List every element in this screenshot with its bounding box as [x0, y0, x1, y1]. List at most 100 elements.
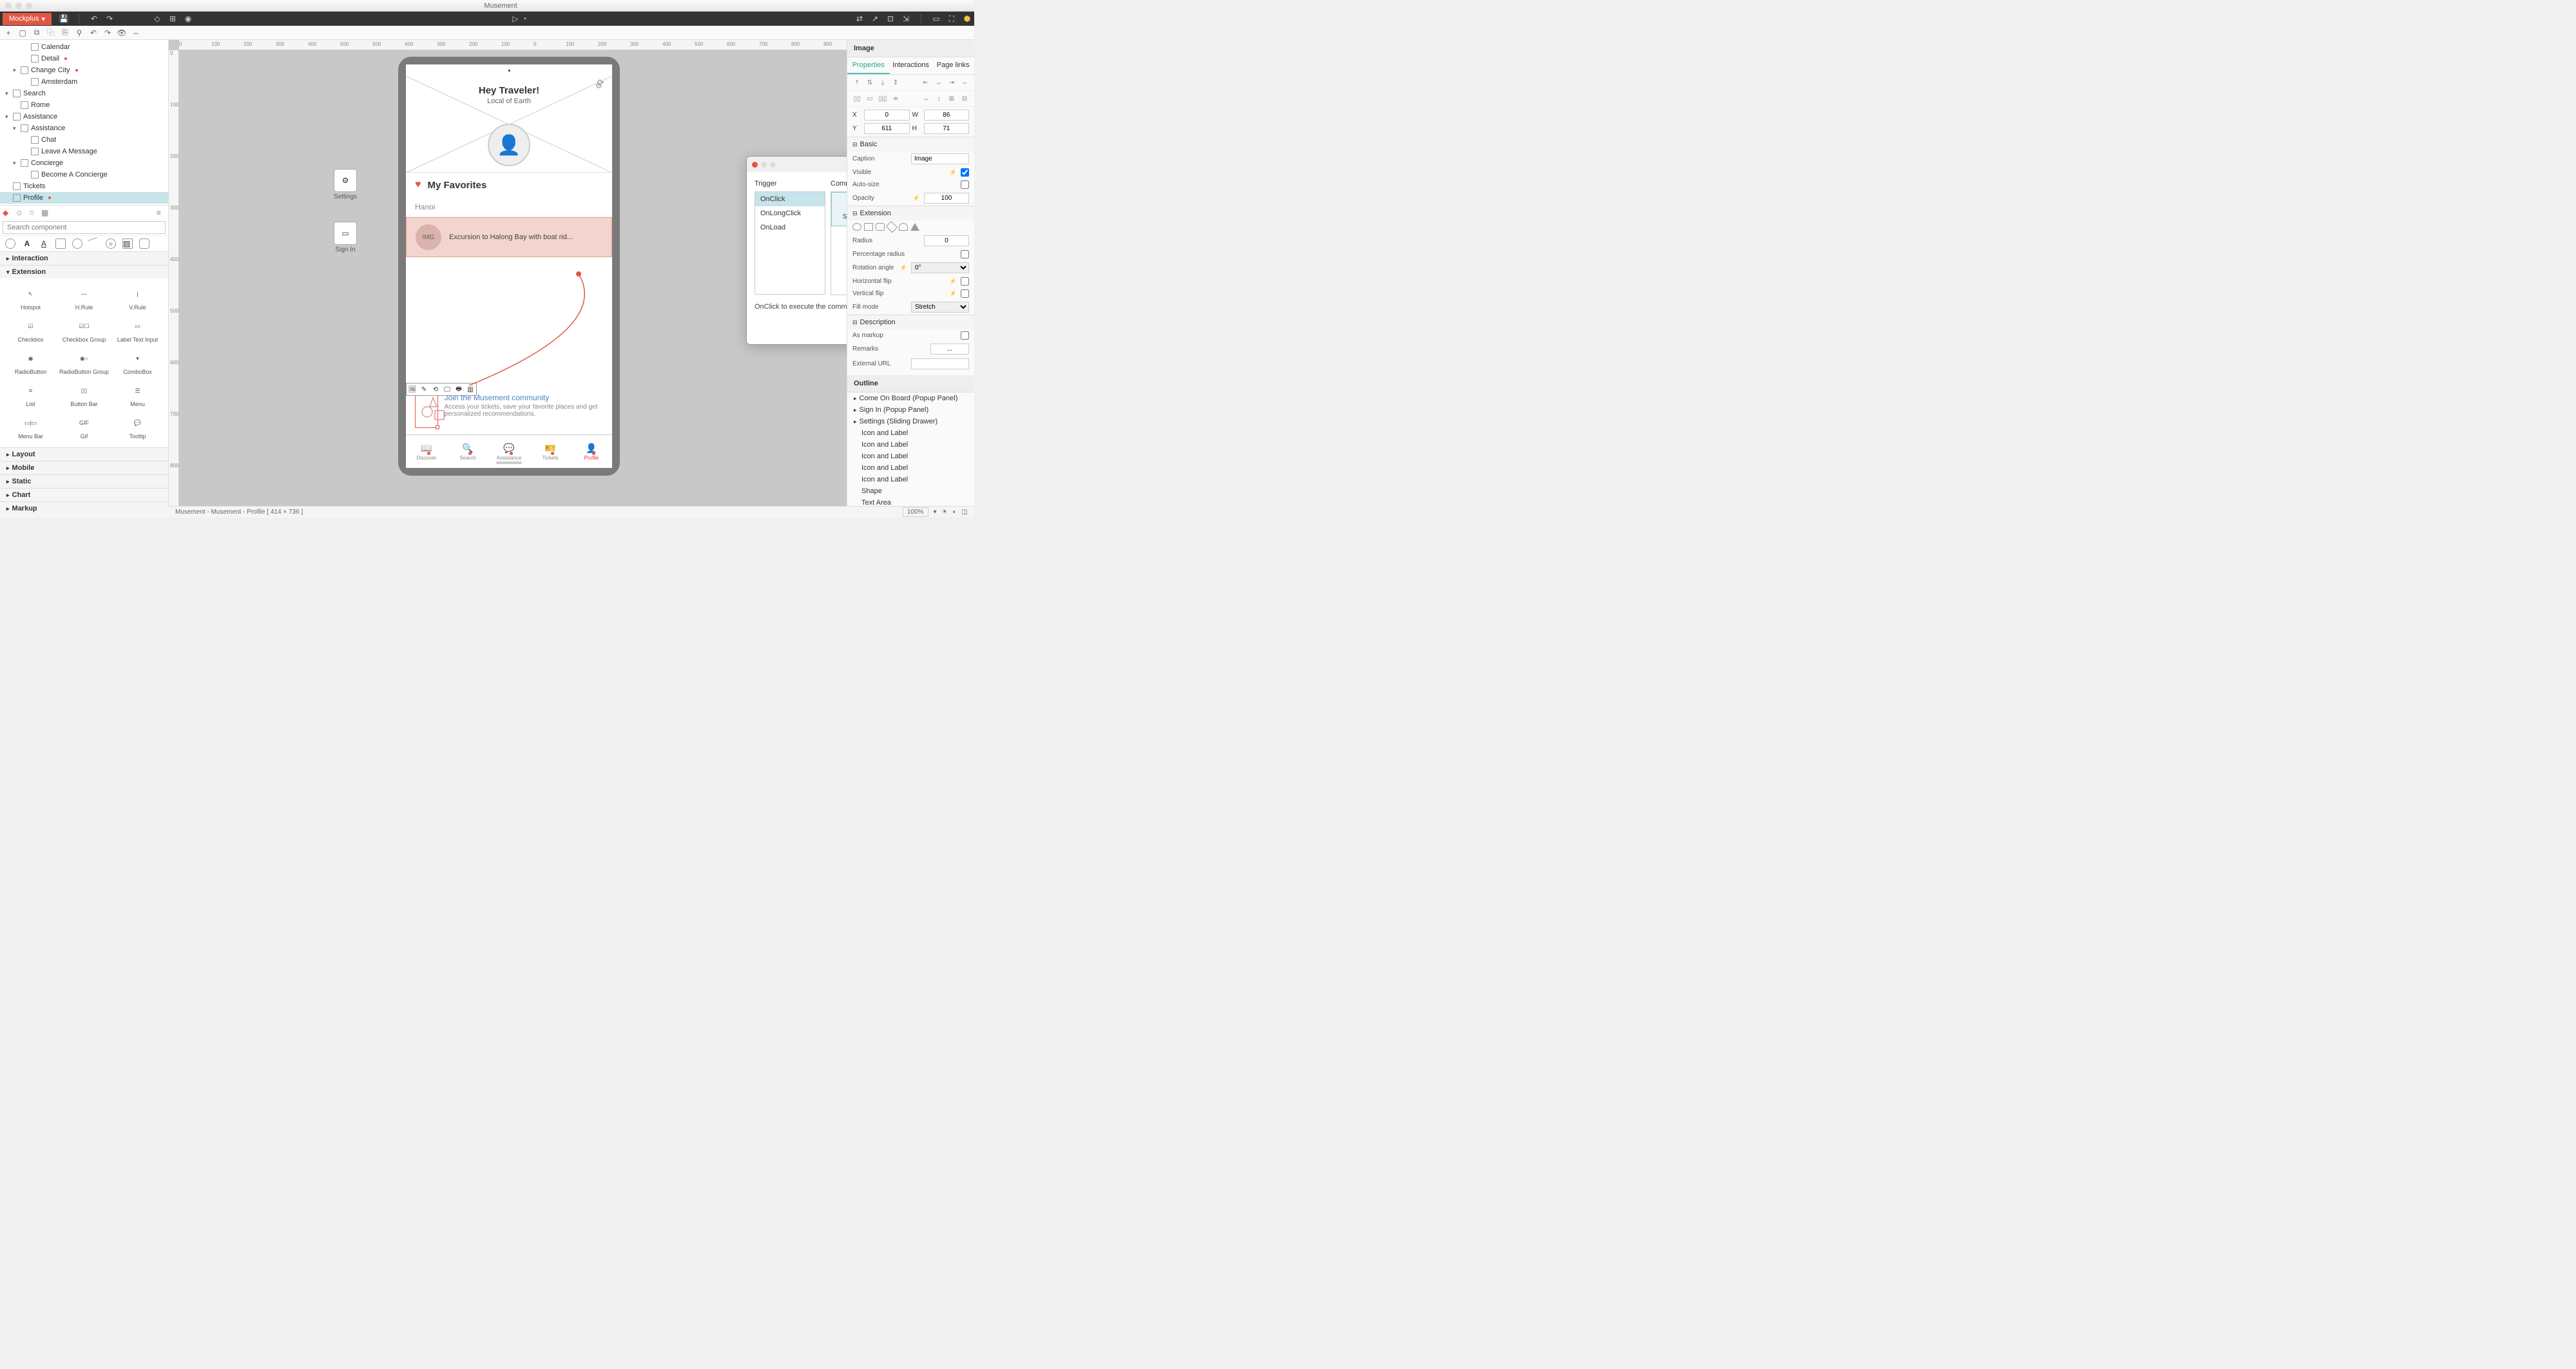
- layers-icon[interactable]: ◫: [962, 509, 968, 516]
- pctradius-checkbox[interactable]: [961, 250, 969, 258]
- component-item[interactable]: ↖Hotspot: [4, 282, 57, 315]
- copy-icon[interactable]: ⿻: [46, 28, 55, 37]
- magnet-icon[interactable]: ◇: [153, 14, 162, 23]
- accordion-layout[interactable]: Layout: [0, 447, 168, 461]
- trigger-item[interactable]: OnLoad: [755, 220, 825, 235]
- zoom-level[interactable]: 100%: [903, 507, 928, 517]
- cat-input-icon[interactable]: [139, 238, 149, 249]
- outline-item[interactable]: Icon and Label: [847, 439, 974, 451]
- clone-icon[interactable]: ⧉: [32, 28, 41, 37]
- outline-item[interactable]: ▸Settings (Sliding Drawer): [847, 416, 974, 427]
- fullscreen-icon[interactable]: ⛶: [947, 14, 956, 23]
- section-extension[interactable]: Extension: [847, 206, 974, 220]
- tree-item[interactable]: Tickets: [0, 180, 168, 192]
- community-image-selected[interactable]: [415, 393, 438, 428]
- canvas[interactable]: 0100200300400500500400300200100010020030…: [169, 40, 847, 506]
- component-item[interactable]: ▭|▭Menu Bar: [4, 411, 57, 443]
- team-icon[interactable]: ⬢: [963, 14, 972, 23]
- close-dot[interactable]: [5, 3, 12, 9]
- shape-picker[interactable]: [847, 220, 974, 233]
- section-description[interactable]: Description: [847, 315, 974, 329]
- component-item[interactable]: ☑Checkbox: [4, 315, 57, 347]
- autosize-checkbox[interactable]: [961, 180, 969, 189]
- save-icon[interactable]: 💾: [59, 14, 68, 23]
- component-item[interactable]: |V.Rule: [111, 282, 164, 315]
- radius-input[interactable]: [924, 235, 969, 246]
- opacity-input[interactable]: [924, 193, 969, 204]
- paste-icon[interactable]: ⎘: [61, 28, 70, 37]
- add-page-icon[interactable]: +: [4, 28, 13, 37]
- tab-item-search[interactable]: 🔍Search: [447, 435, 488, 468]
- command-item[interactable]: TSet Text: [831, 260, 847, 295]
- dialog-min-icon[interactable]: [761, 162, 767, 168]
- outline-item[interactable]: Text Area: [847, 497, 974, 506]
- component-item[interactable]: GIFGif: [57, 411, 111, 443]
- accordion-chart[interactable]: Chart: [0, 488, 168, 501]
- asmarkup-checkbox[interactable]: [961, 331, 969, 340]
- grid-icon[interactable]: ⊞: [168, 14, 177, 23]
- dist-v-icon[interactable]: ▭: [865, 95, 874, 102]
- dist-h-icon[interactable]: ▯▯: [852, 95, 861, 102]
- component-template-icon[interactable]: ▦: [41, 208, 50, 217]
- caption-input[interactable]: [911, 153, 969, 164]
- visible-checkbox[interactable]: [961, 168, 969, 177]
- fillmode-select[interactable]: Stretch: [911, 302, 969, 313]
- align-hcenter-icon[interactable]: ↔: [934, 79, 943, 86]
- brightness-icon[interactable]: ☀: [942, 509, 948, 516]
- link-icon[interactable]: ⇔: [131, 28, 140, 37]
- sel-more-icon[interactable]: ▥: [466, 385, 475, 394]
- sel-lock-icon[interactable]: 🖵: [443, 385, 452, 394]
- outline-item[interactable]: Icon and Label: [847, 427, 974, 439]
- tab-item-tickets[interactable]: 🎫Tickets: [530, 435, 571, 468]
- w-input[interactable]: [924, 110, 970, 121]
- favorite-row[interactable]: IMG Excursion to Halong Bay with boat ri…: [406, 217, 612, 257]
- size-h-icon[interactable]: ↕: [934, 95, 943, 102]
- device-icon[interactable]: ▭: [932, 14, 941, 23]
- accordion-extension[interactable]: Extension: [0, 265, 168, 278]
- redo-icon[interactable]: ↷: [105, 14, 114, 23]
- component-cube-icon[interactable]: ◆: [3, 208, 12, 217]
- min-dot[interactable]: [15, 3, 22, 9]
- sel-edit-icon[interactable]: ✎: [419, 385, 428, 394]
- cat-emoji-icon[interactable]: ☺: [106, 238, 116, 249]
- tab-properties[interactable]: Properties: [847, 57, 890, 74]
- align-top-icon[interactable]: ⤒: [852, 79, 861, 86]
- align-bottom-icon[interactable]: ⤓: [878, 79, 887, 86]
- size-eq-icon[interactable]: ⊞: [947, 95, 956, 102]
- dialog-max-icon[interactable]: [770, 162, 776, 168]
- share-icon[interactable]: ↗: [870, 14, 879, 23]
- component-item[interactable]: ▾ComboBox: [111, 347, 164, 379]
- gear-icon[interactable]: ⚙: [595, 81, 607, 93]
- h-input[interactable]: [924, 123, 970, 134]
- command-item[interactable]: 👁Show / Hide: [831, 192, 847, 226]
- tree-item[interactable]: Rome: [0, 99, 168, 111]
- tree-item[interactable]: Calendar: [0, 41, 168, 53]
- cat-underline-icon[interactable]: A: [39, 238, 49, 249]
- outline-item[interactable]: Icon and Label: [847, 451, 974, 462]
- trigger-item[interactable]: OnClick: [755, 192, 825, 206]
- exturl-input[interactable]: [911, 358, 969, 369]
- component-menu-icon[interactable]: ≡: [157, 208, 166, 217]
- dist-vc-icon[interactable]: ≐: [891, 95, 900, 102]
- component-star-icon[interactable]: ☆: [28, 208, 37, 217]
- cat-circle-icon[interactable]: [72, 238, 82, 249]
- play-icon[interactable]: ▷: [511, 14, 520, 23]
- snap-icon[interactable]: ◉: [184, 14, 193, 23]
- tree-item[interactable]: Become A Concierge: [0, 169, 168, 180]
- component-item[interactable]: ◉RadioButton: [4, 347, 57, 379]
- component-item[interactable]: ▯▯Button Bar: [57, 379, 111, 411]
- cat-button-icon[interactable]: [5, 238, 15, 249]
- tab-item-profile[interactable]: 👤Profile: [571, 435, 612, 468]
- y-input[interactable]: [864, 123, 910, 134]
- tree-item[interactable]: Detail: [0, 53, 168, 64]
- selection-toolbar[interactable]: 🖼 ✎ ⟲ 🖵 🖶 ▥: [406, 383, 477, 396]
- trigger-item[interactable]: OnLongClick: [755, 206, 825, 220]
- size-w-icon[interactable]: ↔: [921, 95, 930, 102]
- component-item[interactable]: ☑☐Checkbox Group: [57, 315, 111, 347]
- sel-image-icon[interactable]: 🖼: [408, 385, 417, 394]
- undo2-icon[interactable]: ↶: [89, 28, 98, 37]
- outline-item[interactable]: Icon and Label: [847, 462, 974, 474]
- redo2-icon[interactable]: ↷: [103, 28, 112, 37]
- component-item[interactable]: 💬Tooltip: [111, 411, 164, 443]
- component-smiley-icon[interactable]: ☺: [15, 208, 24, 217]
